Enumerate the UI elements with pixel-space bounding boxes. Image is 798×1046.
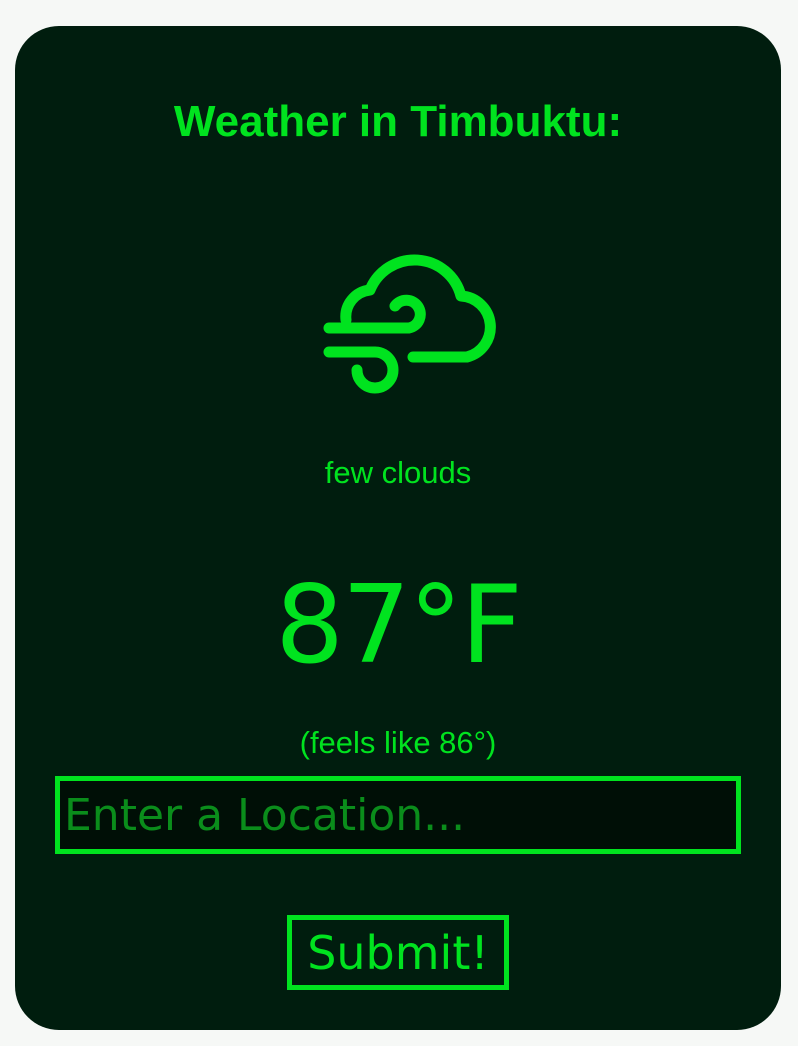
- weather-title: Weather in Timbuktu:: [173, 97, 623, 146]
- weather-description: few clouds: [324, 455, 472, 490]
- weather-card: Weather in Timbuktu: few clouds 87°F (fe…: [15, 26, 781, 1030]
- submit-button[interactable]: Submit!: [287, 915, 509, 990]
- temperature-value: 87°F: [275, 563, 523, 688]
- feels-like-text: (feels like 86°): [299, 725, 497, 760]
- location-input[interactable]: [55, 776, 741, 854]
- wind-cloud-icon: [315, 244, 510, 394]
